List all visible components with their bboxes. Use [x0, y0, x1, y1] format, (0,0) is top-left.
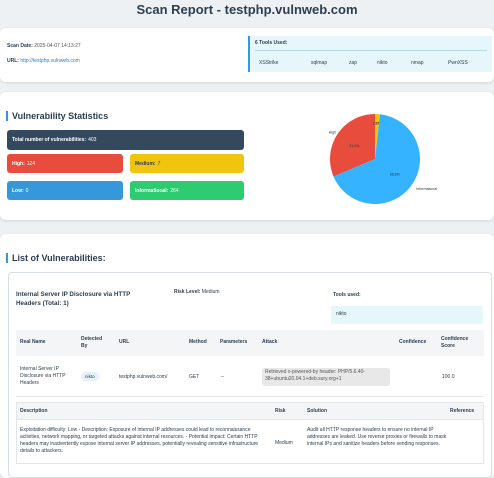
- tool-item: nikto: [377, 60, 388, 66]
- cell-parameters: –: [221, 374, 224, 380]
- tools-used-value: nikto: [331, 306, 483, 324]
- informational-stat-label: Informational:: [135, 187, 169, 194]
- vulnerability-list-heading: List of Vulnerabilities:: [6, 253, 106, 263]
- page-title: Scan Report - testphp.vulnweb.com: [136, 2, 358, 17]
- statistics-heading: Vulnerability Statistics: [6, 111, 108, 121]
- row-divider: [16, 396, 484, 397]
- cell-method: GET: [189, 374, 200, 380]
- tools-used-label: Tools used:: [333, 292, 361, 298]
- col-risk: Risk: [275, 408, 286, 414]
- high-stat-label: High:: [12, 160, 25, 167]
- tool-item: sqlmap: [311, 60, 328, 66]
- vulnerability-title: Internal Server IP Disclosure via HTTP H…: [16, 291, 131, 307]
- pie-pct-high: 31.6%: [349, 144, 360, 148]
- pie-label-informational: Informational: [416, 187, 437, 191]
- pie-pct-informational: 66.6%: [390, 172, 401, 176]
- tool-item: PwnXSS: [448, 60, 468, 66]
- risk-level: Risk Level: Medium: [174, 289, 220, 295]
- tool-item: nmap: [411, 60, 424, 66]
- risk-level-value: Medium: [201, 289, 220, 295]
- scan-url: URL: http://testphp.vulnweb.com: [7, 58, 80, 64]
- cell-url: testphp.vulnweb.com/: [119, 374, 168, 380]
- col-method: Method: [189, 339, 207, 345]
- informational-stat-value: 264: [170, 187, 179, 194]
- col-detected-by: Detected By: [81, 336, 103, 349]
- scan-url-label: URL:: [7, 58, 19, 64]
- col-confidence: Confidence: [399, 339, 427, 345]
- scan-date: Scan Date: 2025-04-07 14:13:27: [7, 43, 81, 49]
- cell-solution: Audit all HTTP response headers to ensur…: [307, 427, 447, 447]
- cell-attack: Retrieved x-powered-by header: PHP/5.6.4…: [262, 368, 390, 386]
- details-table-header: [16, 402, 484, 420]
- col-solution: Solution: [307, 408, 327, 414]
- col-url: URL: [119, 339, 130, 345]
- col-reference: Reference: [450, 408, 475, 414]
- cell-risk: Medium: [275, 440, 293, 446]
- col-parameters: Parameters: [220, 339, 248, 345]
- cell-real-name: Internal Server IP Disclosure via HTTP H…: [20, 366, 66, 386]
- medium-stat: Medium: 7: [130, 154, 244, 173]
- tools-used-panel: 6 Tools Used: XSStrike sqlmap zap nikto …: [248, 36, 492, 72]
- detected-by-badge: nikto: [81, 372, 99, 381]
- scan-url-link[interactable]: http://testphp.vulnweb.com: [20, 58, 79, 64]
- severity-pie-chart: 31.6%High1.8%Medium0.0%Low66.6%Informati…: [318, 109, 458, 204]
- tools-divider: [255, 50, 487, 51]
- cell-confidence-score: 100.0: [442, 374, 455, 380]
- tools-used-title: 6 Tools Used:: [255, 40, 288, 46]
- high-stat: High: 124: [7, 154, 123, 173]
- total-stat: Total number of vulnerabilities: 403: [7, 130, 244, 150]
- scan-date-value: 2025-04-07 14:13:27: [34, 43, 81, 49]
- scan-date-label: Scan Date:: [7, 43, 33, 49]
- col-confidence-score: Confidence Score: [441, 336, 469, 349]
- total-stat-label: Total number of vulnerabilities:: [12, 137, 87, 143]
- low-stat: Low: 0: [7, 181, 123, 200]
- total-stat-value: 403: [88, 137, 97, 143]
- cell-description: Exploitation difficulty: Low - Descripti…: [20, 427, 259, 454]
- risk-level-label: Risk Level:: [174, 289, 201, 295]
- informational-stat: Informational: 264: [130, 181, 244, 200]
- tool-item: zap: [349, 60, 358, 66]
- col-description: Description: [20, 408, 48, 414]
- high-stat-value: 124: [26, 160, 36, 167]
- low-stat-value: 0: [25, 187, 29, 194]
- col-real-name: Real Name: [20, 339, 46, 345]
- low-stat-label: Low:: [12, 187, 24, 194]
- medium-stat-label: Medium:: [135, 160, 156, 167]
- medium-stat-value: 7: [157, 160, 161, 167]
- col-attack: Attack: [262, 339, 278, 345]
- pie-label-high: High: [329, 130, 336, 134]
- tool-item: XSStrike: [259, 60, 279, 66]
